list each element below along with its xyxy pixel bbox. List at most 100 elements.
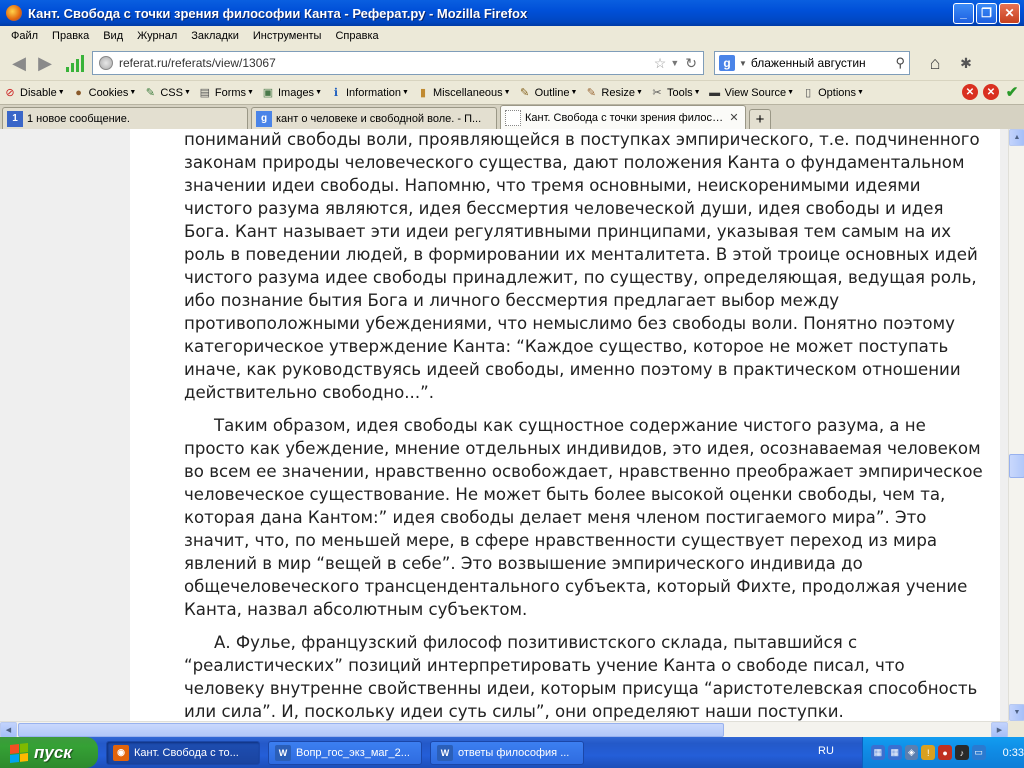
start-label: пуск	[34, 742, 72, 762]
word-document-icon: W	[437, 744, 453, 761]
antivirus-icon[interactable]: ●	[938, 745, 952, 760]
menu-file[interactable]: Файл	[4, 28, 45, 44]
home-icon[interactable]: ⌂	[922, 52, 948, 74]
url-text[interactable]: referat.ru/referats/view/13067	[119, 56, 650, 70]
tab-strip: 1 1 новое сообщение. g кант о человеке и…	[0, 104, 1024, 129]
firebug-icon[interactable]: ✱	[956, 53, 976, 73]
close-button[interactable]: ✕	[999, 2, 1020, 24]
page-body: пониманий свободы воли, проявляющейся в …	[130, 129, 1000, 721]
article-paragraph-2: Таким образом, идея свободы как сущностн…	[184, 416, 983, 619]
system-tray: ▦ ▦ ◈ ! ● ♪ ▭ 0:33	[862, 737, 1024, 768]
tab-kant-freedom[interactable]: Кант. Свобода с точки зрения филосо... ✕	[500, 105, 746, 129]
minimize-button[interactable]: _	[953, 2, 974, 24]
dev-miscellaneous[interactable]: ▮ Miscellaneous ▼	[416, 86, 511, 100]
dev-status-icons: ✕ ✕ ✔	[962, 84, 1020, 101]
css-error-icon[interactable]: ✕	[962, 84, 978, 100]
dev-forms[interactable]: ▤ Forms ▼	[198, 86, 254, 100]
article-paragraph-3: А. Фулье, французский философ позитивист…	[184, 633, 978, 721]
resize-icon: ✎	[586, 87, 597, 99]
firefox-icon	[6, 5, 22, 21]
tab-new-message[interactable]: 1 1 новое сообщение.	[2, 107, 248, 129]
menu-view[interactable]: Вид	[96, 28, 130, 44]
tab-close-icon[interactable]: ✕	[727, 111, 741, 125]
dev-resize[interactable]: ✎ Resize ▼	[584, 86, 643, 100]
cookie-icon: ●	[75, 86, 82, 99]
blank-page-icon	[505, 109, 521, 126]
forward-button[interactable]: ▶	[32, 52, 58, 74]
window-title: Кант. Свобода с точки зрения философии К…	[28, 5, 528, 21]
options-icon: ▯	[805, 87, 812, 99]
scroll-up-button[interactable]: ▲	[1009, 129, 1024, 146]
dev-information[interactable]: ℹ Information ▼	[329, 86, 409, 100]
google-search-engine-icon[interactable]: g	[719, 55, 735, 71]
menu-tools[interactable]: Инструменты	[246, 28, 329, 44]
scroll-left-button[interactable]: ◀	[0, 722, 17, 738]
article-paragraph-1: пониманий свободы воли, проявляющейся в …	[184, 130, 980, 402]
forms-icon: ▤	[199, 87, 211, 99]
information-icon: ℹ	[333, 87, 339, 99]
scrollbar-corner	[1008, 721, 1024, 737]
back-button[interactable]: ◀	[6, 52, 32, 74]
tray-window-icon[interactable]: ▭	[971, 745, 986, 760]
menu-bar: Файл Правка Вид Журнал Закладки Инструме…	[0, 26, 1024, 46]
dev-view-source[interactable]: ▬ View Source ▼	[708, 86, 794, 100]
horizontal-scroll-thumb[interactable]	[18, 723, 724, 737]
dev-disable[interactable]: ⊘ Disable ▼	[3, 86, 64, 100]
volume-icon[interactable]: ♪	[954, 745, 969, 760]
menu-help[interactable]: Справка	[328, 28, 385, 44]
start-button[interactable]: пуск	[0, 737, 98, 768]
reload-icon[interactable]: ↻	[685, 55, 697, 72]
network-icon[interactable]: ▦	[871, 745, 885, 760]
disable-icon: ⊘	[5, 87, 15, 99]
horizontal-scrollbar[interactable]: ◀ ▶	[0, 721, 1008, 738]
web-developer-toolbar: ⊘ Disable ▼ ● Cookies ▼ ✎ CSS ▼ ▤ Forms ▼ ▣ Image…	[0, 80, 1024, 104]
taskbar-item-word-exam[interactable]: W Вопр_гос_экз_маг_2...	[268, 740, 422, 765]
search-icon[interactable]: ⚲	[895, 55, 905, 71]
signal-icon	[66, 54, 86, 72]
tab-google-search[interactable]: g кант о человеке и свободной воле. - П.…	[251, 107, 497, 129]
bookmark-star-icon[interactable]: ☆	[654, 55, 667, 72]
dev-images[interactable]: ▣ Images ▼	[261, 86, 322, 100]
images-icon: ▣	[262, 87, 274, 99]
js-error-icon[interactable]: ✕	[983, 84, 999, 100]
menu-edit[interactable]: Правка	[45, 28, 96, 44]
vertical-scrollbar[interactable]: ▲ ▼	[1008, 129, 1024, 721]
css-pencil-icon: ✎	[145, 87, 155, 99]
tray-app-icon[interactable]: ◈	[904, 745, 919, 760]
language-indicator[interactable]: RU	[818, 745, 834, 757]
clock: 0:33	[1002, 746, 1024, 759]
vertical-scroll-thumb[interactable]	[1009, 454, 1024, 478]
search-engine-dropdown-icon[interactable]: ▼	[739, 59, 747, 68]
menu-history[interactable]: Журнал	[130, 28, 184, 44]
mail-counter-icon: 1	[7, 110, 23, 127]
scroll-down-button[interactable]: ▼	[1009, 704, 1024, 721]
tab-label: 1 новое сообщение.	[27, 112, 130, 125]
outline-pencil-icon: ✎	[520, 87, 530, 99]
maximize-button[interactable]: ❐	[976, 2, 997, 24]
tab-label: кант о человеке и свободной воле. - П...	[276, 112, 482, 125]
article-text: пониманий свободы воли, проявляющейся в …	[184, 129, 984, 721]
dev-cookies[interactable]: ● Cookies ▼	[72, 86, 136, 100]
site-identity-icon[interactable]	[99, 56, 113, 70]
dev-outline[interactable]: ✎ Outline ▼	[518, 86, 577, 100]
tools-icon: ✂	[652, 87, 662, 99]
scroll-right-button[interactable]: ▶	[991, 722, 1008, 738]
search-box[interactable]: g ▼ блаженный августин ⚲	[714, 51, 910, 75]
network-icon-2[interactable]: ▦	[887, 745, 902, 760]
tab-label: Кант. Свобода с точки зрения филосо...	[525, 111, 727, 124]
dev-css[interactable]: ✎ CSS ▼	[143, 86, 191, 100]
validation-ok-icon[interactable]: ✔	[1004, 84, 1020, 101]
address-bar[interactable]: referat.ru/referats/view/13067 ☆ ▼ ↻	[92, 51, 704, 75]
dev-options[interactable]: ▯ Options ▼	[801, 86, 864, 100]
word-document-icon: W	[275, 744, 291, 761]
search-input[interactable]: блаженный августин	[751, 56, 896, 70]
taskbar-item-word-answers[interactable]: W ответы философия ...	[430, 740, 584, 765]
url-dropdown-icon[interactable]: ▼	[670, 58, 679, 68]
window-titlebar[interactable]: Кант. Свобода с точки зрения философии К…	[0, 0, 1024, 26]
windows-taskbar: пуск ◉ Кант. Свобода с то... W Вопр_гос_…	[0, 737, 1024, 768]
menu-bookmarks[interactable]: Закладки	[184, 28, 246, 44]
taskbar-item-firefox[interactable]: ◉ Кант. Свобода с то...	[106, 740, 260, 765]
dev-tools[interactable]: ✂ Tools ▼	[650, 86, 700, 100]
security-alert-icon[interactable]: !	[921, 745, 936, 760]
new-tab-button[interactable]: +	[749, 109, 771, 129]
